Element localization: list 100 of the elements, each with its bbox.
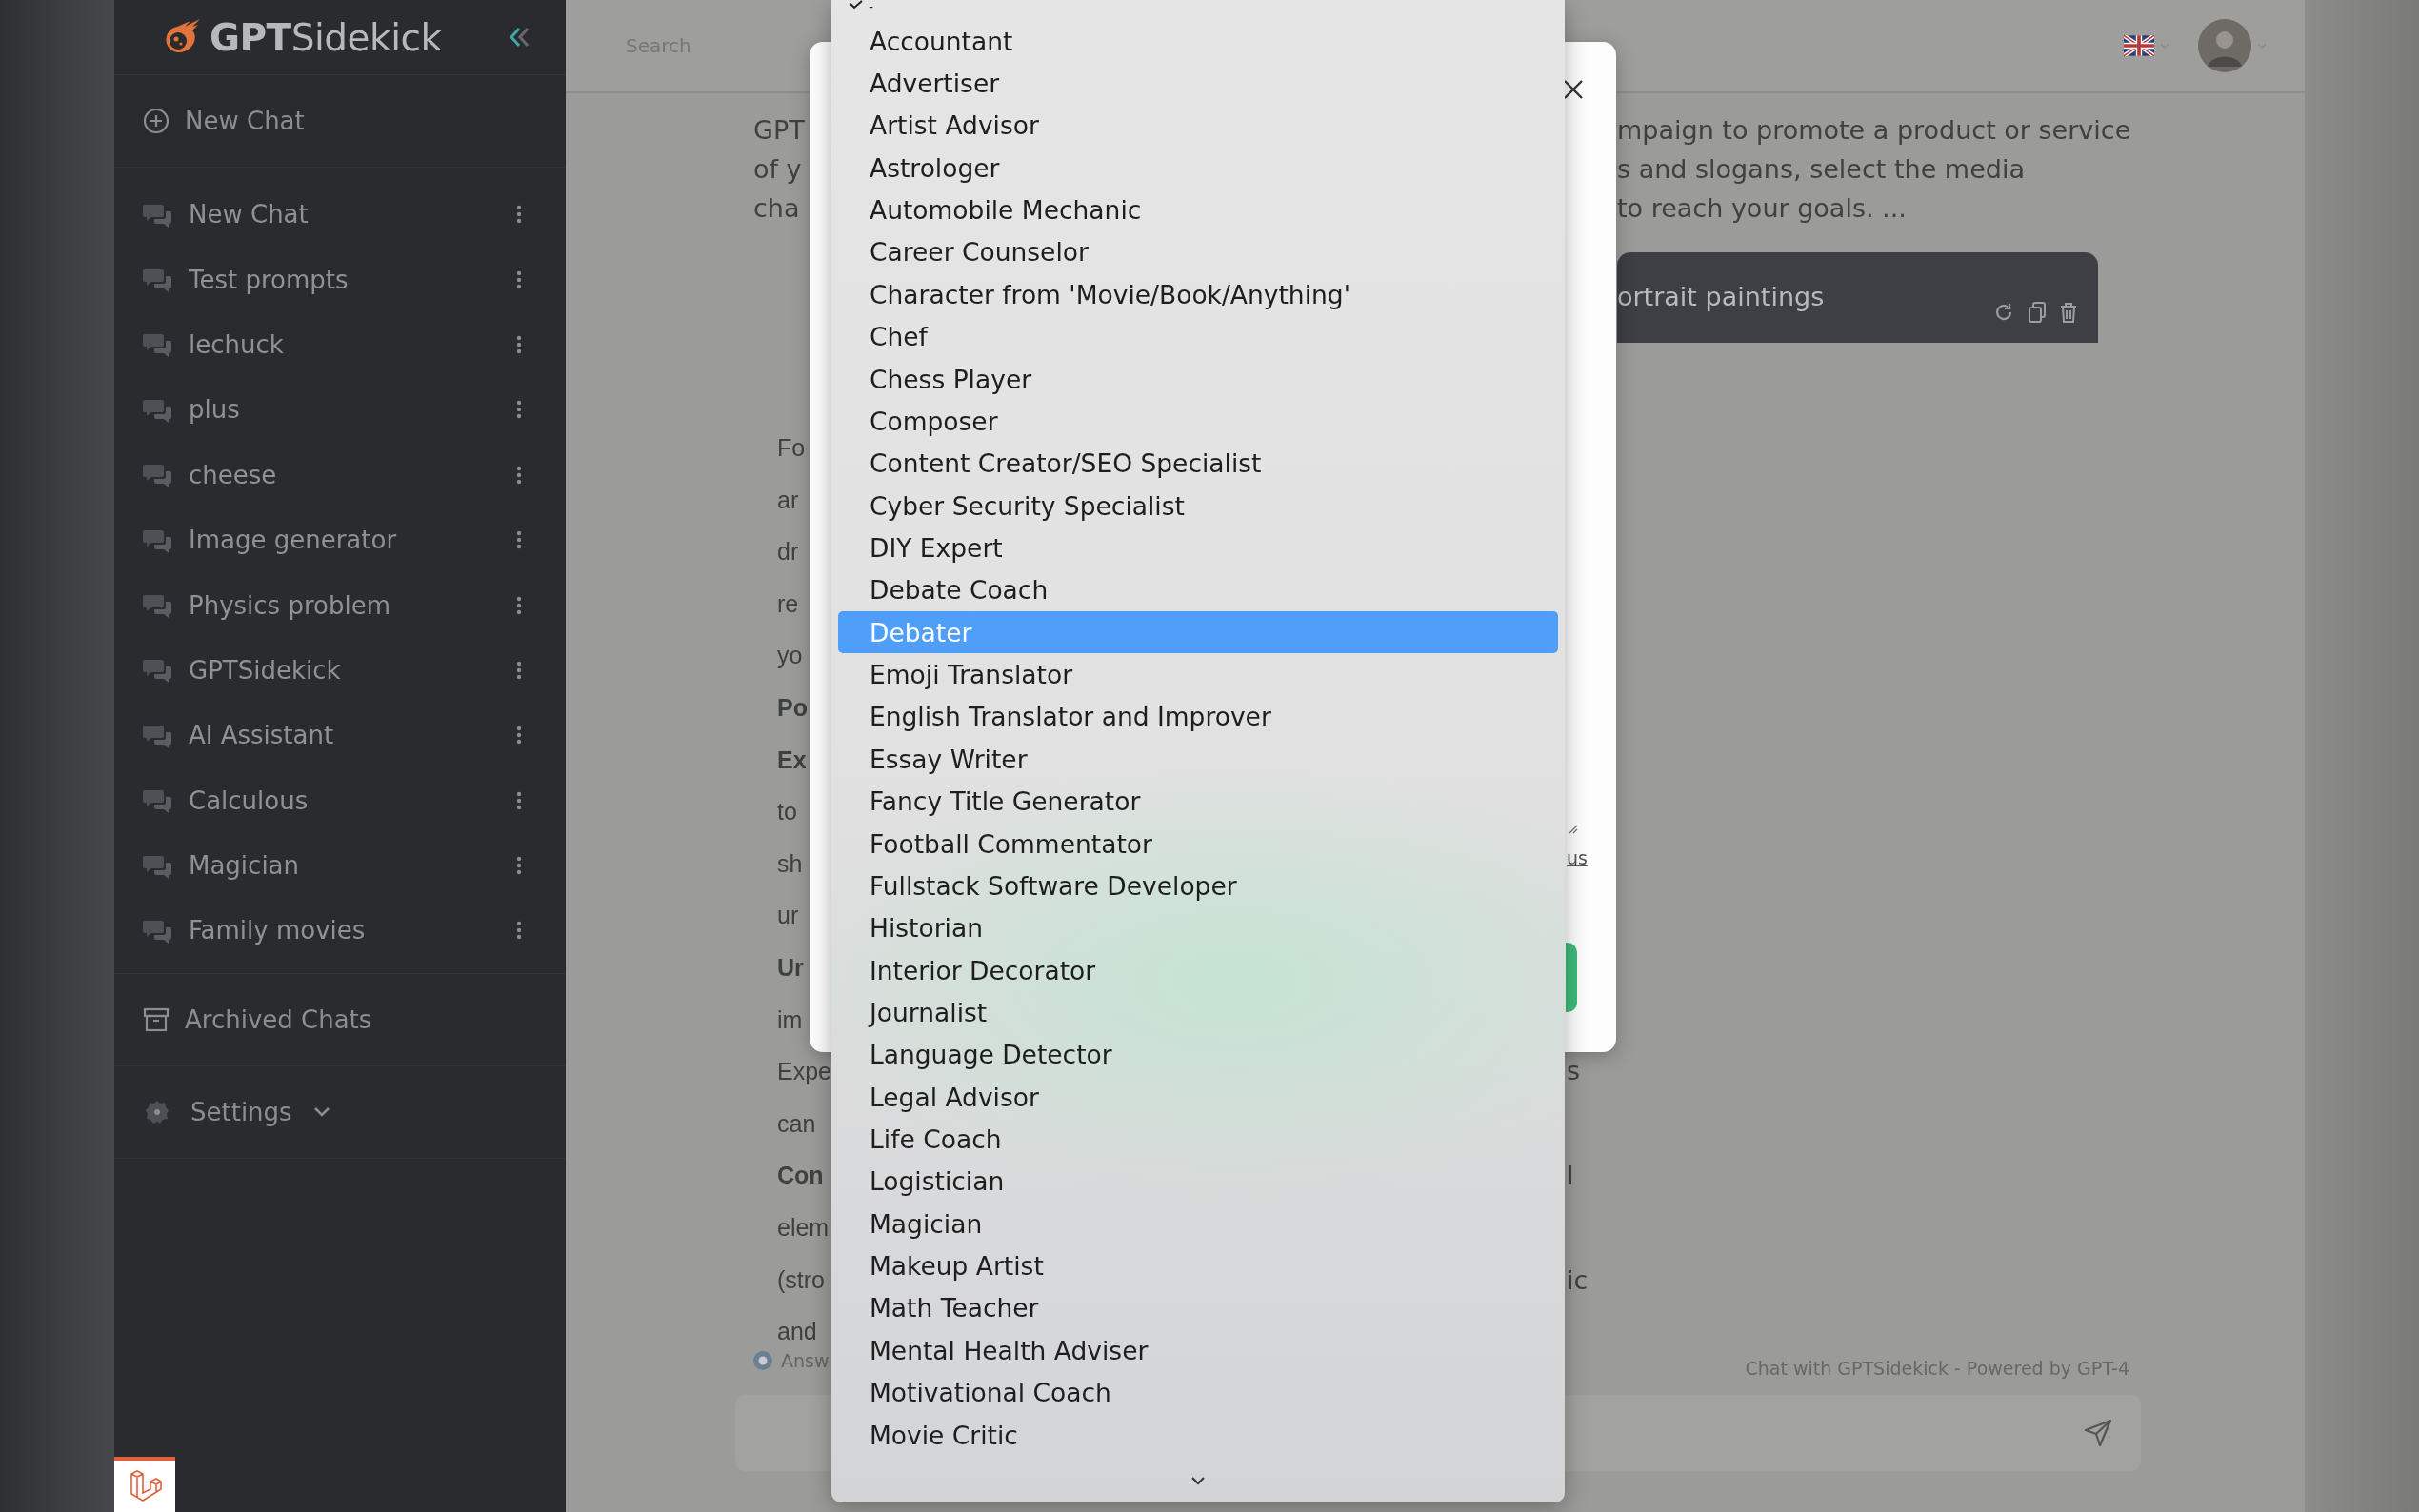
settings-menu[interactable]: Settings bbox=[114, 1065, 566, 1159]
chat-list-item[interactable]: AI Assistant bbox=[114, 703, 566, 768]
message-text: re bbox=[777, 588, 799, 619]
message-text: ortrait paintings bbox=[1617, 282, 1825, 311]
language-selector[interactable] bbox=[2124, 35, 2169, 56]
message-text: of y bbox=[753, 153, 802, 186]
dropdown-option[interactable]: Language Detector bbox=[838, 1033, 1558, 1076]
message-text: ar bbox=[777, 485, 799, 515]
chat-bubbles-icon bbox=[143, 462, 171, 488]
dropdown-option[interactable]: Math Teacher bbox=[838, 1286, 1558, 1330]
chat-bubbles-icon bbox=[143, 331, 171, 358]
chat-list-item[interactable]: GPTSidekick bbox=[114, 637, 566, 704]
trash-icon[interactable] bbox=[2060, 302, 2077, 323]
dropdown-option[interactable]: Advertiser bbox=[838, 62, 1558, 105]
dropdown-option[interactable]: Emoji Translator bbox=[838, 653, 1558, 696]
message-text: sh bbox=[777, 848, 803, 879]
dropdown-option[interactable]: Astrologer bbox=[838, 147, 1558, 189]
dropdown-option[interactable]: Fancy Title Generator bbox=[838, 780, 1558, 823]
dropdown-option[interactable]: Interior Decorator bbox=[838, 948, 1558, 992]
chevron-down-icon[interactable] bbox=[1190, 1476, 1206, 1485]
submit-button[interactable] bbox=[1566, 943, 1577, 1012]
chat-list-item[interactable]: New Chat bbox=[114, 182, 566, 248]
dropdown-option[interactable]: Mental Health Adviser bbox=[838, 1329, 1558, 1372]
dropdown-option[interactable]: English Translator and Improver bbox=[838, 695, 1558, 739]
dropdown-option[interactable]: Debate Coach bbox=[838, 568, 1558, 612]
close-icon[interactable] bbox=[1562, 78, 1585, 101]
refresh-icon[interactable] bbox=[1993, 302, 2014, 323]
more-icon[interactable] bbox=[516, 530, 522, 550]
message-text: and bbox=[777, 1317, 817, 1347]
dropdown-option[interactable]: Automobile Mechanic bbox=[838, 189, 1558, 231]
dropdown-option[interactable]: Motivational Coach bbox=[838, 1371, 1558, 1414]
more-icon[interactable] bbox=[516, 465, 522, 485]
chat-list-item[interactable]: Physics problem bbox=[114, 572, 566, 638]
more-icon[interactable] bbox=[516, 726, 522, 746]
message-text: Fo bbox=[777, 433, 806, 463]
more-icon[interactable] bbox=[516, 269, 522, 289]
message-text: ic bbox=[1567, 1264, 1589, 1297]
chat-bubbles-icon bbox=[143, 787, 171, 814]
collapse-icon[interactable] bbox=[507, 25, 531, 50]
dropdown-option[interactable]: Journalist bbox=[838, 991, 1558, 1034]
message-text: s bbox=[1567, 1055, 1581, 1087]
more-icon[interactable] bbox=[516, 921, 522, 941]
chat-bubbles-icon bbox=[143, 918, 171, 944]
chat-list-item[interactable]: Image generator bbox=[114, 507, 566, 573]
dropdown-option[interactable]: Legal Advisor bbox=[838, 1076, 1558, 1119]
dropdown-option[interactable]: Character from 'Movie/Book/Anything' bbox=[838, 273, 1558, 316]
message-text: Po bbox=[777, 692, 808, 723]
message-text: cha bbox=[753, 192, 800, 225]
dropdown-option[interactable]: Content Creator/SEO Specialist bbox=[838, 442, 1558, 485]
resize-handle-icon[interactable] bbox=[1567, 823, 1578, 834]
dropdown-option[interactable]: Makeup Artist bbox=[838, 1244, 1558, 1287]
dropdown-option[interactable]: Logistician bbox=[838, 1160, 1558, 1204]
dropdown-option[interactable]: Career Counselor bbox=[838, 230, 1558, 274]
dropdown-option[interactable]: Historian bbox=[838, 906, 1558, 949]
more-icon[interactable] bbox=[516, 660, 522, 680]
dropdown-option[interactable]: Movie Critic bbox=[838, 1413, 1558, 1457]
radio-icon[interactable] bbox=[752, 1350, 773, 1371]
chat-list-item[interactable]: Test prompts bbox=[114, 247, 566, 312]
message-text: Con bbox=[777, 1161, 824, 1191]
dropdown-option[interactable]: Chef bbox=[838, 315, 1558, 358]
message-text: ur bbox=[777, 901, 799, 931]
dropdown-option[interactable]: Artist Advisor bbox=[838, 104, 1558, 148]
user-menu[interactable] bbox=[2198, 19, 2267, 72]
plus-circle-icon bbox=[143, 108, 170, 134]
dropdown-option[interactable]: DIY Expert bbox=[838, 527, 1558, 569]
dropdown-option[interactable]: Football Commentator bbox=[838, 822, 1558, 865]
chat-list-item[interactable]: plus bbox=[114, 377, 566, 443]
dropdown-option[interactable]: Composer bbox=[838, 400, 1558, 443]
link[interactable]: us bbox=[1567, 847, 1588, 868]
send-icon[interactable] bbox=[2084, 1419, 2112, 1447]
more-icon[interactable] bbox=[516, 400, 522, 420]
dropdown-option[interactable]: Magician bbox=[838, 1203, 1558, 1245]
more-icon[interactable] bbox=[516, 856, 522, 876]
dropdown-option[interactable]: Chess Player bbox=[838, 357, 1558, 401]
chat-bubbles-icon bbox=[143, 592, 171, 619]
copy-icon[interactable] bbox=[2028, 302, 2047, 323]
chat-bubbles-icon bbox=[143, 267, 171, 293]
logo-text: GPTSidekick bbox=[210, 15, 442, 59]
chat-list-item[interactable]: cheese bbox=[114, 442, 566, 507]
check-icon bbox=[850, 0, 863, 10]
more-icon[interactable] bbox=[516, 205, 522, 225]
dropdown-option[interactable]: Life Coach bbox=[838, 1118, 1558, 1161]
dropdown-option[interactable]: Accountant bbox=[838, 20, 1558, 63]
settings-icon bbox=[145, 1099, 170, 1124]
message-text: Ur bbox=[777, 952, 804, 983]
chat-list-item[interactable]: lechuck bbox=[114, 311, 566, 378]
more-icon[interactable] bbox=[516, 334, 522, 354]
more-icon[interactable] bbox=[516, 595, 522, 615]
dropdown-option[interactable]: Essay Writer bbox=[838, 738, 1558, 781]
avatar-icon bbox=[2198, 19, 2251, 72]
chat-list-item[interactable]: Calculous bbox=[114, 767, 566, 833]
more-icon[interactable] bbox=[516, 790, 522, 810]
chat-list-item[interactable]: Magician bbox=[114, 832, 566, 899]
message-text: dr bbox=[777, 537, 799, 567]
dropdown-option[interactable]: - bbox=[838, 0, 1558, 20]
chat-list-item[interactable]: Family movies bbox=[114, 898, 566, 964]
dropdown-option[interactable]: Cyber Security Specialist bbox=[838, 484, 1558, 527]
dropdown-option[interactable]: Fullstack Software Developer bbox=[838, 865, 1558, 907]
message-text: im bbox=[777, 1005, 803, 1035]
framework-badge[interactable] bbox=[114, 1457, 175, 1512]
